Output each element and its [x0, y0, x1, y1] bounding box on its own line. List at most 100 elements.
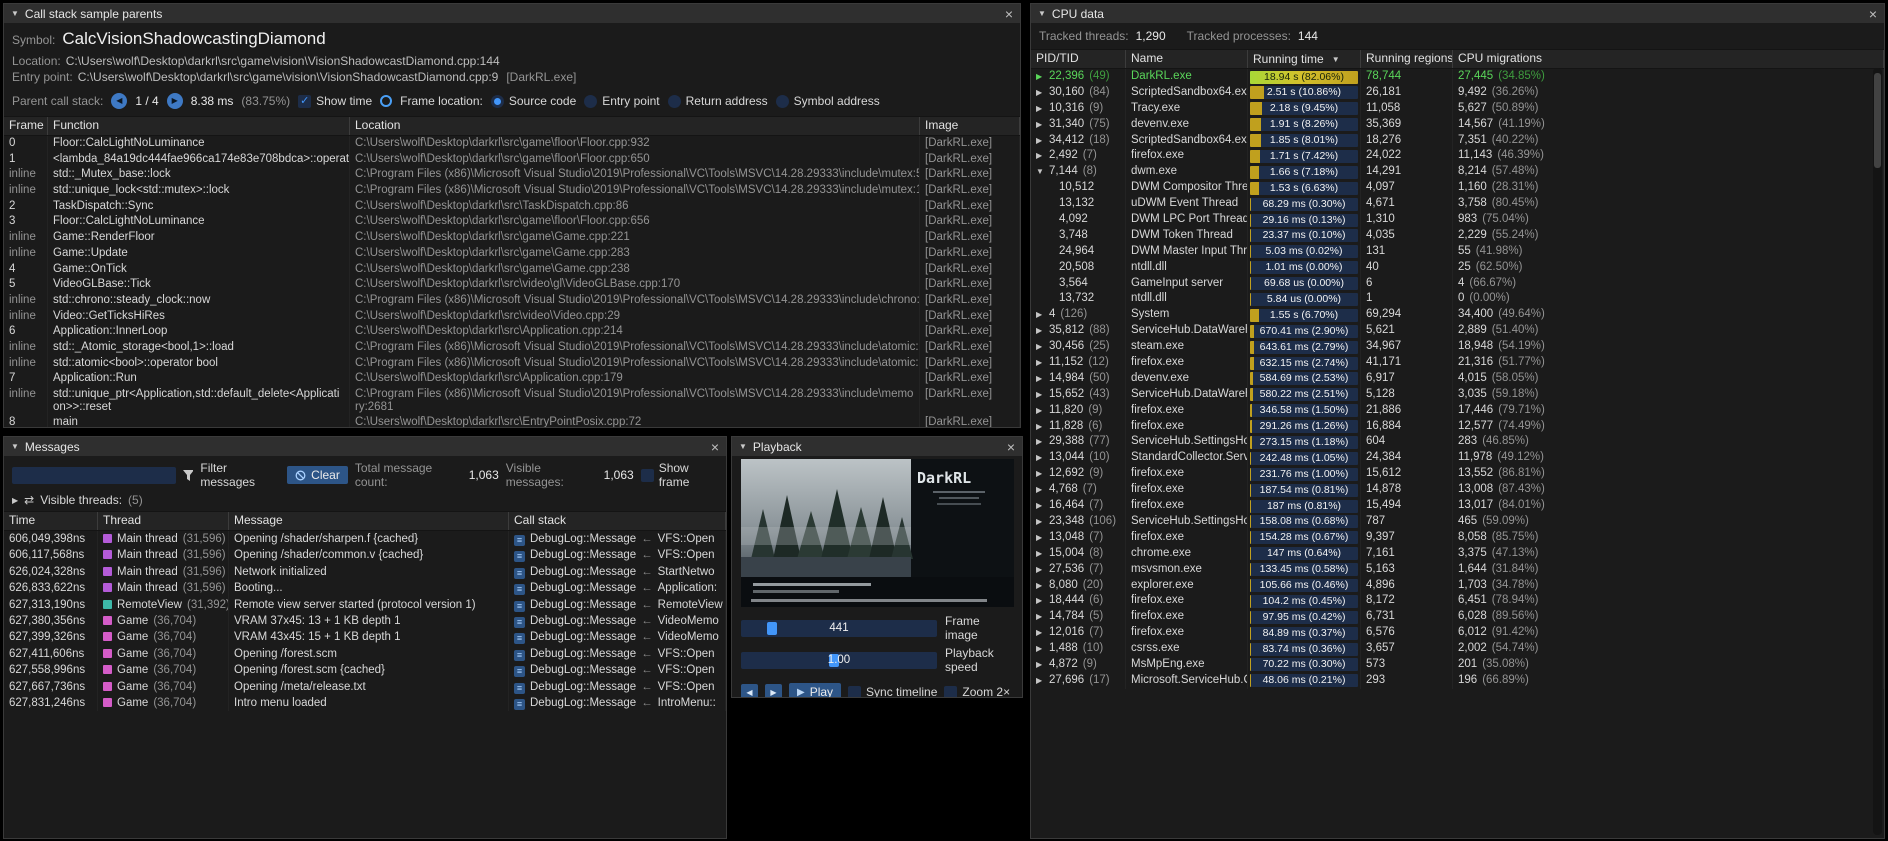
expand-right-icon[interactable]: ▶ — [1036, 641, 1045, 657]
cpu-row[interactable]: ▶23,348(106)ServiceHub.SettingsHost158.0… — [1031, 514, 1884, 530]
cpu-row[interactable]: ▶35,812(88)ServiceHub.DataWarehou670.41 … — [1031, 323, 1884, 339]
collapse-arrow-icon[interactable]: ▼ — [739, 442, 747, 451]
expand-right-icon[interactable]: ▶ — [1036, 673, 1045, 689]
collapse-arrow-icon[interactable]: ▼ — [11, 442, 19, 451]
expand-right-icon[interactable]: ▶ — [1036, 101, 1045, 117]
cpu-row[interactable]: ▶27,696(17)Microsoft.ServiceHub.Co48.06 … — [1031, 673, 1884, 689]
expand-right-icon[interactable]: ▶ — [1036, 657, 1045, 673]
column-header-time[interactable]: Time — [4, 512, 98, 530]
cpu-row[interactable]: ▶4,872(9)MsMpEng.exe70.22 ms (0.30%)5732… — [1031, 657, 1884, 673]
cpu-row[interactable]: ▶18,444(6)firefox.exe104.2 ms (0.45%)8,1… — [1031, 593, 1884, 609]
expand-right-icon[interactable]: ▶ — [1036, 498, 1045, 514]
column-header-pid-tid[interactable]: PID/TID — [1031, 50, 1126, 68]
filter-input[interactable] — [12, 467, 176, 484]
expand-right-icon[interactable]: ▶ — [1036, 609, 1045, 625]
cpu-row[interactable]: 13,732ntdll.dll5.84 us (0.00%)10(0.00%) — [1031, 291, 1884, 307]
callstack-row[interactable]: inlinestd::unique_lock<std::mutex>::lock… — [4, 183, 1020, 199]
cpu-row[interactable]: 13,132uDWM Event Thread68.29 ms (0.30%)4… — [1031, 196, 1884, 212]
sync-timeline-checkbox[interactable]: Sync timeline — [848, 685, 937, 698]
expand-right-icon[interactable]: ▶ — [12, 496, 18, 505]
callstack-cell[interactable]: ≡DebugLog::Message←IntroMenu:: — [509, 695, 726, 711]
message-row[interactable]: 627,667,736nsGame(36,704)Opening /meta/r… — [4, 679, 726, 695]
callstack-row[interactable]: inlinestd::_Atomic_storage<bool,1>::load… — [4, 340, 1020, 356]
next-frame-button[interactable]: ▶ — [765, 684, 782, 699]
radio-source-code[interactable]: Source code — [491, 94, 576, 108]
prev-frame-button[interactable]: ◀ — [741, 684, 758, 699]
message-row[interactable]: 627,380,356nsGame(36,704)VRAM 37x45: 13 … — [4, 613, 726, 629]
cpu-row[interactable]: ▶2,492(7)firefox.exe1.71 s (7.42%)24,022… — [1031, 148, 1884, 164]
expand-right-icon[interactable]: ▶ — [1036, 133, 1045, 149]
cpu-row[interactable]: ▶13,048(7)firefox.exe154.28 ms (0.67%)9,… — [1031, 530, 1884, 546]
callstack-row[interactable]: 0Floor::CalcLightNoLuminanceC:\Users\wol… — [4, 136, 1020, 152]
expand-right-icon[interactable]: ▶ — [1036, 355, 1045, 371]
callstack-row[interactable]: 1<lambda_84a19dc444fae966ca174e83e708bdc… — [4, 152, 1020, 168]
expand-right-icon[interactable]: ▶ — [1036, 403, 1045, 419]
cpu-row[interactable]: ▶29,388(77)ServiceHub.SettingsHost273.15… — [1031, 434, 1884, 450]
expand-right-icon[interactable]: ▶ — [1036, 530, 1045, 546]
cpu-row[interactable]: ▶11,152(12)firefox.exe632.15 ms (2.74%)4… — [1031, 355, 1884, 371]
radio-symbol-address[interactable]: Symbol address — [776, 94, 880, 108]
cpu-row[interactable]: ▶12,692(9)firefox.exe231.76 ms (1.00%)15… — [1031, 466, 1884, 482]
expand-right-icon[interactable]: ▶ — [1036, 593, 1045, 609]
cpu-row[interactable]: ▶27,536(7)msvsmon.exe133.45 ms (0.58%)5,… — [1031, 562, 1884, 578]
column-header-thread[interactable]: Thread — [98, 512, 229, 530]
callstack-row[interactable]: 8mainC:\Users\wolf\Desktop\darkrl\src\En… — [4, 415, 1020, 428]
expand-right-icon[interactable]: ▶ — [1036, 625, 1045, 641]
callstack-cell[interactable]: ≡DebugLog::Message←Application: — [509, 580, 726, 596]
cpu-row[interactable]: ▶22,396(49)DarkRL.exe18.94 s (82.06%)78,… — [1031, 69, 1884, 85]
callstack-cell[interactable]: ≡DebugLog::Message←VFS::Open — [509, 646, 726, 662]
cpu-row[interactable]: 4,092DWM LPC Port Thread29.16 ms (0.13%)… — [1031, 212, 1884, 228]
message-row[interactable]: 627,399,326nsGame(36,704)VRAM 43x45: 15 … — [4, 629, 726, 645]
callstack-cell[interactable]: ≡DebugLog::Message←StartNetwo — [509, 564, 726, 580]
callstack-row[interactable]: inlinestd::atomic<bool>::operator boolC:… — [4, 356, 1020, 372]
callstack-cell[interactable]: ≡DebugLog::Message←VFS::Open — [509, 662, 726, 678]
cpu-row[interactable]: ▶30,456(25)steam.exe643.61 ms (2.79%)34,… — [1031, 339, 1884, 355]
expand-right-icon[interactable]: ▶ — [1036, 450, 1045, 466]
cpu-titlebar[interactable]: ▼ CPU data × — [1031, 4, 1884, 23]
cpu-row[interactable]: ▶15,004(8)chrome.exe147 ms (0.64%)7,1613… — [1031, 546, 1884, 562]
callstack-cell[interactable]: ≡DebugLog::Message←RemoteView — [509, 597, 726, 613]
cpu-row[interactable]: ▶16,464(7)firefox.exe187 ms (0.81%)15,49… — [1031, 498, 1884, 514]
cpu-row[interactable]: 20,508ntdll.dll1.01 ms (0.00%)4025(62.50… — [1031, 260, 1884, 276]
zoom-2x-checkbox[interactable]: Zoom 2× — [944, 685, 1010, 698]
callstack-titlebar[interactable]: ▼ Call stack sample parents × — [4, 4, 1020, 23]
expand-right-icon[interactable]: ▶ — [1036, 148, 1045, 164]
callstack-cell[interactable]: ≡DebugLog::Message←VFS::Open — [509, 679, 726, 695]
expand-right-icon[interactable]: ▶ — [1036, 546, 1045, 562]
messages-titlebar[interactable]: ▼ Messages × — [4, 437, 726, 456]
expand-right-icon[interactable]: ▶ — [1036, 514, 1045, 530]
column-header-running-regions[interactable]: Running regions — [1361, 50, 1453, 68]
expand-right-icon[interactable]: ▶ — [1036, 562, 1045, 578]
callstack-row[interactable]: inlineVideo::GetTicksHiResC:\Users\wolf\… — [4, 309, 1020, 325]
frame-image-slider[interactable]: 441 — [741, 620, 937, 637]
clear-button[interactable]: Clear — [287, 466, 348, 484]
message-row[interactable]: 627,313,190nsRemoteView(31,392)Remote vi… — [4, 597, 726, 613]
callstack-row[interactable]: 6Application::InnerLoopC:\Users\wolf\Des… — [4, 324, 1020, 340]
cpu-row[interactable]: ▶34,412(18)ScriptedSandbox64.exe1.85 s (… — [1031, 133, 1884, 149]
expand-right-icon[interactable]: ▶ — [1036, 482, 1045, 498]
expand-right-icon[interactable]: ▶ — [1036, 371, 1045, 387]
message-row[interactable]: 606,049,398nsMain thread(31,596)Opening … — [4, 531, 726, 547]
callstack-row[interactable]: inlinestd::unique_ptr<Application,std::d… — [4, 387, 1020, 415]
cpu-row[interactable]: ▶11,820(9)firefox.exe346.58 ms (1.50%)21… — [1031, 403, 1884, 419]
show-time-checkbox[interactable]: ✓ Show time — [298, 94, 372, 108]
cpu-scrollbar[interactable] — [1873, 68, 1882, 835]
callstack-cell[interactable]: ≡DebugLog::Message←VideoMemo — [509, 629, 726, 645]
close-icon[interactable]: × — [711, 440, 719, 454]
cpu-row[interactable]: 3,748DWM Token Thread23.37 ms (0.10%)4,0… — [1031, 228, 1884, 244]
message-row[interactable]: 627,411,606nsGame(36,704)Opening /forest… — [4, 646, 726, 662]
cpu-row[interactable]: ▶4,768(7)firefox.exe187.54 ms (0.81%)14,… — [1031, 482, 1884, 498]
cpu-row[interactable]: ▶14,784(5)firefox.exe97.95 ms (0.42%)6,7… — [1031, 609, 1884, 625]
close-icon[interactable]: × — [1007, 440, 1015, 454]
cpu-scrollbar-thumb[interactable] — [1874, 73, 1881, 168]
cpu-row[interactable]: ▶1,488(10)csrss.exe83.74 ms (0.36%)3,657… — [1031, 641, 1884, 657]
play-button[interactable]: ▶ Play — [789, 683, 841, 698]
expand-down-icon[interactable]: ▼ — [1036, 164, 1045, 180]
column-header-message[interactable]: Message — [229, 512, 509, 530]
expand-right-icon[interactable]: ▶ — [1036, 307, 1045, 323]
radio-return-address[interactable]: Return address — [668, 94, 768, 108]
prev-parent-button[interactable]: ◀ — [111, 93, 127, 109]
cpu-row[interactable]: ▶8,080(20)explorer.exe105.66 ms (0.46%)4… — [1031, 578, 1884, 594]
cpu-row[interactable]: ▶13,044(10)StandardCollector.Servic242.4… — [1031, 450, 1884, 466]
message-row[interactable]: 626,024,328nsMain thread(31,596)Network … — [4, 564, 726, 580]
